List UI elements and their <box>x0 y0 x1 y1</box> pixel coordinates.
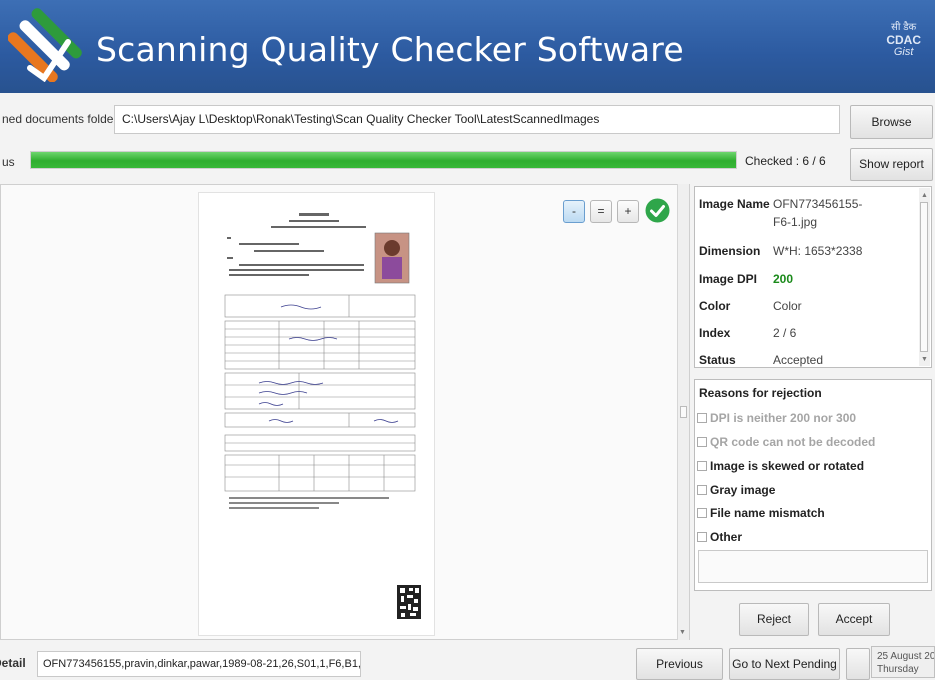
info-key: Image DPI <box>699 272 758 286</box>
reason-qr-checkbox[interactable]: QR code can not be decoded <box>697 435 875 449</box>
info-value: Accepted <box>773 353 824 367</box>
info-value: 200 <box>773 272 794 286</box>
info-value: W*H: 1653*2338 <box>773 244 863 258</box>
rejection-panel: Reasons for rejection DPI is neither 200… <box>694 379 932 591</box>
app-header: Scanning Quality Checker Software सी डैक… <box>0 0 935 93</box>
brand-line-2: CDAC <box>886 33 921 47</box>
checkbox-icon[interactable] <box>697 485 707 495</box>
detail-label: Detail <box>0 656 26 670</box>
info-value-cont: F6-1.jpg <box>773 215 818 229</box>
previous-button[interactable]: Previous <box>636 648 723 680</box>
image-info-panel: Image Name OFN773456155- F6-1.jpg Dimens… <box>694 186 932 368</box>
date-display: 25 August 2016 Thursday <box>871 646 935 678</box>
reason-label: Other <box>710 530 743 544</box>
checkbox-icon[interactable] <box>697 461 707 471</box>
brand-line-3: Gist <box>893 46 914 58</box>
checkbox-icon[interactable] <box>697 508 707 518</box>
info-scroll-thumb[interactable] <box>920 202 928 352</box>
checked-count: Checked : 6 / 6 <box>745 154 826 168</box>
form-scan-graphic <box>224 213 421 619</box>
other-reason-input[interactable] <box>698 550 928 583</box>
show-report-button[interactable]: Show report <box>850 148 933 181</box>
scroll-up-icon[interactable]: ▲ <box>921 192 928 199</box>
reject-button[interactable]: Reject <box>739 603 809 636</box>
zoom-in-button[interactable]: + <box>617 200 639 223</box>
reason-label: File name mismatch <box>710 506 825 520</box>
reason-label: Image is skewed or rotated <box>710 459 865 473</box>
date-text: 25 August 2016 <box>877 651 935 662</box>
next-button-partial[interactable] <box>846 648 870 680</box>
progress-bar <box>30 151 737 169</box>
reason-gray-checkbox[interactable]: Gray image <box>697 483 775 497</box>
zoom-out-button[interactable]: - <box>563 200 585 223</box>
info-scrollbar[interactable]: ▲ ▼ <box>919 188 930 366</box>
check-ok-icon <box>645 198 670 223</box>
detail-field[interactable]: OFN773456155,pravin,dinkar,pawar,1989-08… <box>37 651 361 677</box>
viewer-scroll-thumb[interactable] <box>680 406 687 418</box>
folder-label: ned documents folder <box>2 112 118 126</box>
app-title: Scanning Quality Checker Software <box>96 30 684 69</box>
scroll-down-icon[interactable]: ▼ <box>921 356 928 363</box>
next-pending-button[interactable]: Go to Next Pending <box>729 648 840 680</box>
reason-skewed-checkbox[interactable]: Image is skewed or rotated <box>697 459 864 473</box>
browse-button[interactable]: Browse <box>850 105 933 139</box>
info-value: 2 / 6 <box>773 326 797 340</box>
election-logo-icon <box>8 8 82 82</box>
checkbox-icon[interactable] <box>697 532 707 542</box>
checkbox-icon[interactable] <box>697 437 707 447</box>
progress-fill <box>31 152 736 168</box>
reason-label: QR code can not be decoded <box>710 435 876 449</box>
info-key: Index <box>699 326 731 340</box>
reason-other-checkbox[interactable]: Other <box>697 530 742 544</box>
rejection-title: Reasons for rejection <box>699 386 822 400</box>
info-value: OFN773456155- <box>773 197 863 211</box>
info-key: Image Name <box>699 197 770 211</box>
viewer-scrollbar[interactable]: ▼ <box>677 184 689 640</box>
status-label: us <box>2 155 15 169</box>
reason-label: Gray image <box>710 483 776 497</box>
info-value: Color <box>773 299 802 313</box>
zoom-fit-button[interactable]: = <box>590 200 612 223</box>
cdac-logo: सी डैक CDAC Gist <box>886 22 921 58</box>
reason-filename-checkbox[interactable]: File name mismatch <box>697 506 825 520</box>
accept-button[interactable]: Accept <box>818 603 890 636</box>
checkbox-icon[interactable] <box>697 413 707 423</box>
reason-dpi-checkbox[interactable]: DPI is neither 200 nor 300 <box>697 411 856 425</box>
info-key: Status <box>699 353 736 367</box>
info-key: Color <box>699 299 731 313</box>
day-text: Thursday <box>877 664 919 675</box>
scroll-down-icon[interactable]: ▼ <box>679 629 686 636</box>
reason-label: DPI is neither 200 nor 300 <box>710 411 857 425</box>
info-key: Dimension <box>699 244 761 258</box>
folder-path-field[interactable]: C:\Users\Ajay L\Desktop\Ronak\Testing\Sc… <box>114 105 840 134</box>
scanned-document-image <box>199 193 434 635</box>
